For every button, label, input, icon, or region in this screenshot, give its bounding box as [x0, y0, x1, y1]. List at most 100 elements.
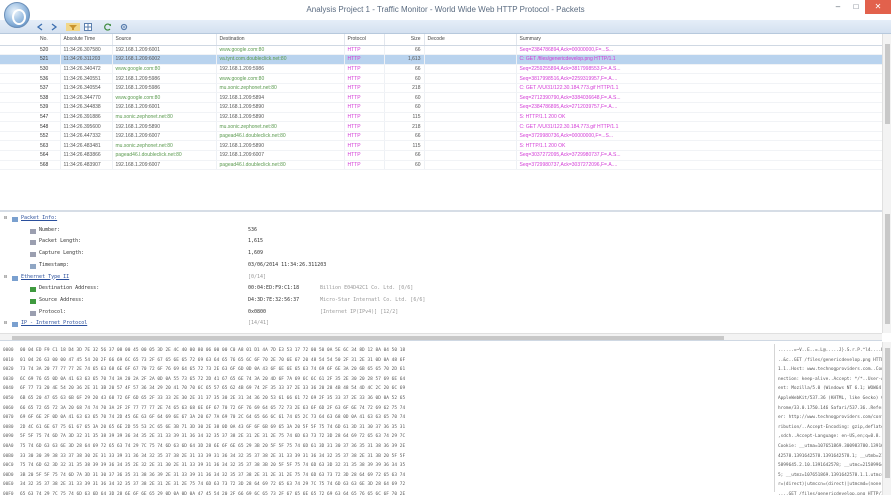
- packet-row[interactable]: 520 11:34:26.307580 192.168.1.209:6001 www.…: [0, 45, 882, 56]
- packet-number: 548: [0, 121, 61, 132]
- folder-icon: [12, 275, 18, 281]
- hex-bytes[interactable]: 00 04 ED F9 C1 18 D4 3D 7E 32 56 37 08 0…: [20, 346, 772, 495]
- packet-number: 547: [0, 112, 61, 123]
- tree-section-row[interactable]: ⊟ Ethernet Type II [0/14]: [0, 274, 880, 285]
- tree-field-row[interactable]: Protocol: 0x0800 [Internet IP(IPv4)] [12/2…: [0, 309, 880, 320]
- packet-number: 563: [0, 140, 61, 152]
- back-icon[interactable]: [36, 23, 44, 31]
- packet-time: 11:34:26.395600: [60, 121, 113, 132]
- packet-decode: [424, 45, 517, 56]
- packet-source: mu.sonic.zephonet.net:80: [112, 112, 217, 123]
- tree-field-row[interactable]: Timestamp: 03/06/2014 11:34:26.311203: [0, 262, 880, 273]
- tree-section-row[interactable]: ⊟ Packet Info:: [0, 215, 880, 226]
- collapse-toggle-icon[interactable]: ⊟: [4, 274, 7, 280]
- packet-source: 192.168.1.209:5986: [112, 83, 217, 94]
- hex-line: 73 74 3A 20 77 77 77 2E 74 65 63 68 6E 6…: [20, 367, 406, 373]
- tree-value: D4:3D:7E:32:56:37: [248, 296, 300, 303]
- packet-number: 537: [0, 83, 61, 94]
- ascii-line: nection: keep-alive..Accept: */*..User-A…: [778, 376, 882, 382]
- packet-decode: [424, 140, 517, 152]
- column-header-protocol[interactable]: Protocol: [344, 34, 385, 46]
- packet-row[interactable]: 537 11:34:26.340554 192.168.1.209:5986 mu.s…: [0, 83, 882, 94]
- packet-source: www.google.com:80: [112, 92, 217, 104]
- tree-field-row[interactable]: Source Address: D4:3D:7E:32:56:37 Micro-St…: [0, 297, 880, 308]
- close-button[interactable]: ✕: [865, 0, 891, 14]
- packet-source: 192.168.1.209:5890: [112, 121, 217, 132]
- ascii-line: hrome/33.0.1750.146 Safari/537.36..Refer: [778, 405, 882, 411]
- packet-decode: [424, 160, 517, 171]
- maximize-button[interactable]: □: [847, 0, 865, 14]
- hex-line: 65 63 74 29 7C 75 74 6D 63 6D 64 3D 28 6…: [20, 491, 406, 495]
- hex-ascii[interactable]: ......=~V..E..=.L@.....J}.S.r.P.^l4....P…: [778, 346, 882, 495]
- packet-time: 11:34:26.483866: [60, 150, 113, 161]
- packet-destination: 192.168.1.209:5890: [216, 112, 345, 123]
- packet-summary: C: GET /VU/31/122.30.184.773.gif HTTP/1.…: [516, 83, 882, 94]
- detail-scrollbar[interactable]: [882, 210, 891, 333]
- scrollbar-thumb[interactable]: [12, 336, 724, 340]
- packet-size: 115: [384, 140, 425, 152]
- minimize-button[interactable]: –: [829, 0, 847, 14]
- forward-icon[interactable]: [50, 23, 58, 31]
- scrollbar-thumb[interactable]: [885, 348, 890, 478]
- tree-section-row[interactable]: ⊟ IP - Internet Protocol [14/41]: [0, 320, 880, 331]
- column-header-no[interactable]: No.: [0, 34, 61, 46]
- column-header-size[interactable]: Size: [384, 34, 425, 46]
- packet-row[interactable]: 563 11:34:26.483481 mu.sonic.zephonet.net:…: [0, 140, 882, 152]
- packet-row[interactable]: 521 11:34:26.311203 192.168.1.209:6002 va.t…: [0, 54, 882, 65]
- packet-row[interactable]: 568 11:34:26.483907 192.168.1.209:6007 page…: [0, 160, 882, 171]
- packet-list: No. Absolute Time Source Destination Pro…: [0, 34, 882, 210]
- packet-source: 192.168.1.209:6001: [112, 45, 217, 56]
- refresh-icon[interactable]: [104, 23, 112, 31]
- packet-row[interactable]: 536 11:34:26.340551 192.168.1.209:5986 www.…: [0, 73, 882, 84]
- column-header-time[interactable]: Absolute Time: [60, 34, 113, 46]
- detail-horizontal-scrollbar[interactable]: [0, 333, 882, 341]
- packet-time: 11:34:26.340551: [60, 73, 113, 84]
- packet-summary: Seq=2384786894,Ack=00000000,F=...S...: [516, 45, 882, 56]
- packet-source: 192.168.1.209:5986: [112, 73, 217, 84]
- hex-line: 34 32 35 37 38 2E 31 33 39 31 36 34 32 3…: [20, 482, 406, 488]
- column-header-source[interactable]: Source: [112, 34, 217, 46]
- packet-row[interactable]: 538 11:34:26.344770 www.google.com:80 192.1…: [0, 92, 882, 104]
- settings-icon[interactable]: [120, 23, 128, 31]
- tree-field-row[interactable]: Packet Length: 1,615: [0, 238, 880, 249]
- ascii-line: 1.1..Host: www.technogproviders.com..Con: [778, 367, 882, 373]
- packet-decode: [424, 92, 517, 104]
- packet-row[interactable]: 530 11:34:26.340472 www.google.com:80 192.1…: [0, 64, 882, 75]
- column-header-decode[interactable]: Decode: [424, 34, 517, 46]
- ascii-line: ......=~V..E..=.L@.....J}.S.r.P.^l4....P…: [778, 348, 882, 353]
- packet-row[interactable]: 548 11:34:26.395600 192.168.1.209:5890 mu.s…: [0, 121, 882, 132]
- packet-time: 11:34:26.340472: [60, 64, 113, 75]
- folder-icon: [12, 217, 18, 222]
- packet-size: 115: [384, 112, 425, 123]
- packet-time: 11:34:26.311203: [60, 54, 113, 65]
- tree-field-row[interactable]: Number: 536: [0, 227, 880, 238]
- hex-offset: 00B0: [3, 453, 14, 459]
- packet-destination: pagead46.l.doubleclick.net:80: [216, 131, 345, 142]
- tree-field-row[interactable]: Destination Address: 00:04:ED:F9:C1:18 Bil…: [0, 285, 880, 296]
- packet-summary: Seq=2712390790,Ack=3384036648,F=.A.S...: [516, 92, 882, 104]
- tree-value: 1,615: [248, 238, 264, 245]
- app-menu-orb-icon[interactable]: [4, 2, 30, 28]
- packet-row[interactable]: 539 11:34:26.344838 192.168.1.209:6001 192.…: [0, 102, 882, 113]
- packet-row[interactable]: 547 11:34:26.391886 mu.sonic.zephonet.net:…: [0, 112, 882, 123]
- tree-field-row[interactable]: Capture Length: 1,609: [0, 250, 880, 261]
- packet-size: 60: [384, 73, 425, 84]
- column-header-summary[interactable]: Summary: [516, 34, 882, 46]
- packet-list-scrollbar[interactable]: [882, 34, 891, 210]
- scrollbar-thumb[interactable]: [885, 214, 890, 324]
- packet-source: 192.168.1.209:6002: [112, 54, 217, 65]
- hex-line: 69 6F 6E 2F 0D 0A 41 63 63 65 70 74 2D 4…: [20, 415, 406, 421]
- column-header-destination[interactable]: Destination: [216, 34, 345, 46]
- title-bar: Analysis Project 1 - Traffic Monitor - W…: [0, 0, 891, 20]
- packet-row[interactable]: 552 11:34:26.447332 192.168.1.209:6007 page…: [0, 131, 882, 142]
- packet-destination: mu.sonic.zephonet.net:80: [216, 83, 345, 94]
- collapse-toggle-icon[interactable]: ⊟: [4, 320, 7, 326]
- collapse-toggle-icon[interactable]: ⊟: [4, 215, 7, 221]
- filter-icon[interactable]: [66, 23, 80, 31]
- tree-description: Billion E04D42C1 Co. Ltd. [0/6]: [320, 285, 414, 292]
- packet-row[interactable]: 564 11:34:26.483866 pagead46.l.doubleclick…: [0, 150, 882, 161]
- grid-icon[interactable]: [84, 23, 92, 31]
- hex-scrollbar[interactable]: [882, 342, 891, 495]
- scrollbar-thumb[interactable]: [885, 44, 890, 124]
- packet-size: 60: [384, 92, 425, 104]
